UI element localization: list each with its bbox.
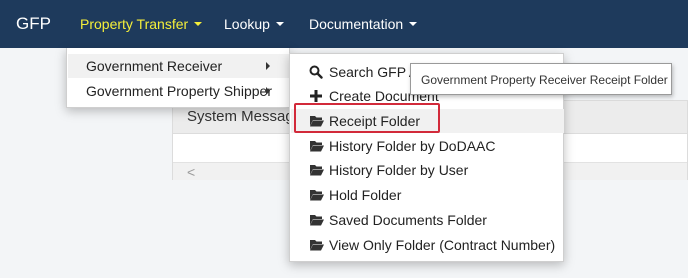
menu-item-government-property-shipper[interactable]: Government Property Shipper bbox=[68, 79, 290, 103]
folder-open-icon bbox=[309, 188, 324, 202]
folder-open-icon bbox=[309, 213, 324, 227]
menu-item-government-receiver[interactable]: Government Receiver bbox=[68, 54, 290, 78]
menu-item-label: History Folder by DoDAAC bbox=[329, 138, 496, 154]
property-transfer-dropdown: Government Receiver Government Property … bbox=[66, 48, 290, 108]
scroll-left-icon[interactable]: < bbox=[187, 164, 195, 180]
folder-open-icon bbox=[309, 139, 324, 153]
search-icon bbox=[309, 65, 323, 79]
menu-item-label: Search GFP A bbox=[329, 64, 419, 80]
menu-item-label: Government Receiver bbox=[86, 58, 223, 74]
menu-item-label: History Folder by User bbox=[329, 162, 469, 178]
caret-right-icon bbox=[266, 87, 270, 95]
panel-title: System Messag bbox=[187, 108, 294, 125]
caret-right-icon bbox=[266, 62, 270, 70]
menu-item-view-only-folder[interactable]: View Only Folder (Contract Number) bbox=[291, 233, 564, 257]
menu-item-history-folder-user[interactable]: History Folder by User bbox=[291, 158, 564, 182]
nav-lookup-label: Lookup bbox=[224, 16, 270, 32]
nav-property-transfer-label: Property Transfer bbox=[80, 16, 189, 32]
menu-item-label: Government Property Shipper bbox=[86, 83, 272, 99]
top-navbar: GFP Property Transfer Lookup Documentati… bbox=[0, 0, 688, 48]
menu-item-label: Saved Documents Folder bbox=[329, 212, 487, 228]
folder-open-icon bbox=[309, 163, 324, 177]
tooltip-text: Government Property Receiver Receipt Fol… bbox=[421, 73, 668, 87]
menu-item-label: Hold Folder bbox=[329, 187, 402, 203]
nav-lookup[interactable]: Lookup bbox=[224, 16, 284, 32]
caret-down-icon bbox=[275, 22, 284, 27]
caret-down-icon bbox=[194, 22, 203, 27]
nav-documentation[interactable]: Documentation bbox=[309, 16, 418, 32]
plus-icon bbox=[309, 89, 323, 103]
folder-open-icon bbox=[309, 238, 324, 252]
menu-item-history-folder-dodaac[interactable]: History Folder by DoDAAC bbox=[291, 134, 564, 158]
tooltip: Government Property Receiver Receipt Fol… bbox=[410, 63, 672, 95]
nav-documentation-label: Documentation bbox=[309, 16, 404, 32]
menu-item-hold-folder[interactable]: Hold Folder bbox=[291, 183, 564, 207]
menu-item-label: View Only Folder (Contract Number) bbox=[329, 237, 556, 253]
brand-logo[interactable]: GFP bbox=[16, 14, 51, 34]
caret-down-icon bbox=[409, 22, 418, 27]
menu-item-saved-documents-folder[interactable]: Saved Documents Folder bbox=[291, 208, 564, 232]
nav-property-transfer[interactable]: Property Transfer bbox=[80, 16, 203, 32]
receipt-folder-highlight bbox=[294, 103, 440, 133]
